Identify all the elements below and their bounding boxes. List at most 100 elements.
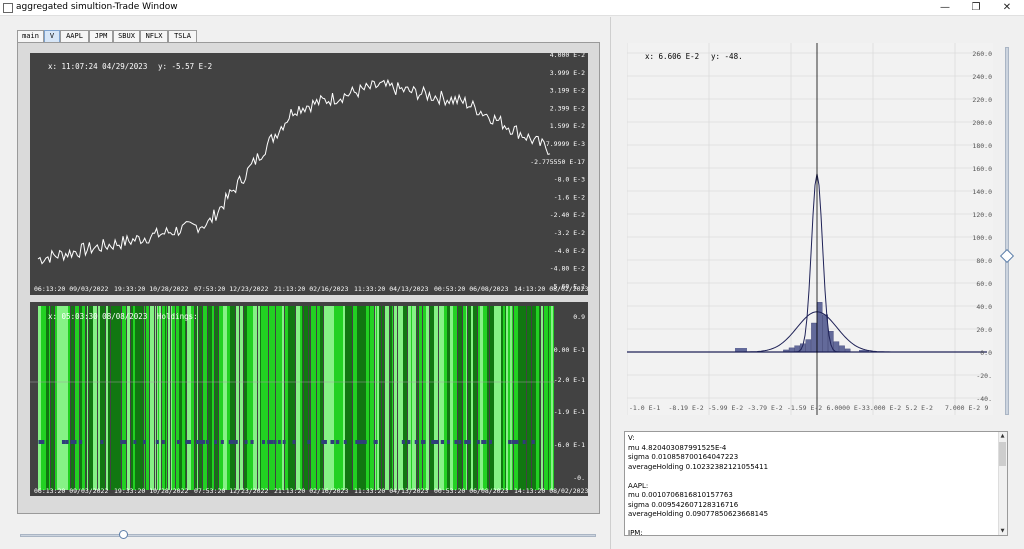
holdings-bar bbox=[102, 306, 105, 490]
price-chart[interactable]: x: 11:07:24 04/29/2023 y: -5.57 E-2 4.00… bbox=[30, 51, 588, 295]
holdings-bar bbox=[330, 306, 333, 490]
holdings-bar bbox=[133, 306, 135, 490]
stats-scroll-thumb[interactable] bbox=[999, 442, 1006, 466]
holdings-marker bbox=[508, 440, 512, 444]
holdings-bar bbox=[313, 306, 316, 490]
tab-main[interactable]: main bbox=[17, 30, 44, 42]
distribution-bar bbox=[839, 345, 845, 353]
distribution-x-tick: -8.19 E-2 bbox=[669, 404, 704, 412]
holdings-bar bbox=[539, 306, 540, 490]
holdings-bar bbox=[471, 306, 473, 490]
holdings-bar bbox=[439, 306, 440, 490]
holdings-chart[interactable]: x: 05:03:30 08/08/2023 Holdings: 0.9 0.00… bbox=[30, 302, 588, 496]
holdings-bar bbox=[400, 306, 403, 490]
holdings-marker bbox=[435, 440, 439, 444]
holdings-bar bbox=[345, 306, 349, 490]
holdings-bar bbox=[258, 306, 260, 490]
holdings-bar bbox=[288, 306, 291, 490]
distribution-y-tick: 0.0 bbox=[980, 349, 992, 357]
holdings-bar bbox=[244, 306, 247, 490]
tab-aapl[interactable]: AAPL bbox=[60, 30, 89, 42]
holdings-marker bbox=[262, 440, 266, 444]
holdings-bar bbox=[185, 306, 186, 490]
maximize-button[interactable]: ❐ bbox=[961, 0, 991, 16]
holdings-marker bbox=[331, 440, 335, 444]
holdings-marker bbox=[176, 440, 180, 444]
holdings-bar bbox=[349, 306, 352, 490]
holdings-marker bbox=[202, 440, 206, 444]
holdings-bar bbox=[171, 306, 172, 490]
holdings-bar bbox=[181, 306, 182, 490]
holdings-bar bbox=[68, 306, 70, 490]
holdings-bar bbox=[150, 306, 154, 490]
holdings-marker bbox=[142, 440, 146, 444]
holdings-bar bbox=[453, 306, 457, 490]
holdings-marker bbox=[267, 440, 271, 444]
holdings-bar bbox=[541, 306, 543, 490]
holdings-bar bbox=[86, 306, 87, 490]
holdings-bar bbox=[403, 306, 407, 490]
price-x-tick: 06:13:20 09/03/2022 bbox=[34, 285, 108, 293]
holdings-marker bbox=[458, 440, 462, 444]
holdings-marker bbox=[335, 440, 339, 444]
time-slider-track[interactable] bbox=[20, 534, 596, 537]
holdings-x-tick: 21:13:20 02/16/2023 bbox=[274, 487, 348, 495]
holdings-marker bbox=[373, 440, 377, 444]
holdings-bar bbox=[158, 306, 159, 490]
holdings-x-readout: x: 05:03:30 08/08/2023 bbox=[48, 312, 147, 321]
price-y-tick: -2.775550 E-17 bbox=[530, 158, 585, 166]
stats-text-area[interactable]: V: mu 4.820403087991525E-4 sigma 0.01085… bbox=[624, 431, 1008, 536]
tab-tsla[interactable]: TSLA bbox=[168, 30, 197, 42]
price-y-axis: 4.000 E-2 3.999 E-2 3.199 E-2 2.399 E-2 1.59… bbox=[530, 51, 585, 290]
holdings-bar bbox=[191, 306, 194, 490]
minimize-button[interactable]: — bbox=[930, 0, 960, 16]
holdings-marker bbox=[196, 440, 200, 444]
tab-sbux[interactable]: SBUX bbox=[113, 30, 140, 42]
holdings-bar bbox=[487, 306, 489, 490]
tab-nflx[interactable]: NFLX bbox=[140, 30, 168, 42]
price-x-readout: x: 11:07:24 04/29/2023 bbox=[48, 62, 147, 71]
holdings-bar bbox=[278, 306, 282, 490]
holdings-marker bbox=[483, 440, 487, 444]
scroll-up-icon[interactable]: ▲ bbox=[998, 432, 1007, 440]
holdings-bar bbox=[260, 306, 261, 490]
holdings-bar bbox=[82, 306, 85, 490]
holdings-bar bbox=[309, 306, 310, 490]
close-button[interactable]: ✕ bbox=[992, 0, 1022, 16]
holdings-bar bbox=[38, 306, 41, 490]
holdings-bar bbox=[199, 306, 202, 490]
holdings-marker bbox=[440, 440, 444, 444]
price-y-tick: 3.999 E-2 bbox=[550, 69, 585, 77]
holdings-marker bbox=[65, 440, 69, 444]
holdings-bar bbox=[176, 306, 179, 490]
distribution-y-tick: 100.0 bbox=[972, 234, 992, 242]
holdings-bar bbox=[536, 306, 539, 490]
holdings-bar bbox=[93, 306, 97, 490]
holdings-marker bbox=[513, 440, 517, 444]
holdings-y-tick: -1.9 E-1 bbox=[554, 408, 585, 416]
holdings-bar bbox=[478, 306, 480, 490]
scroll-down-icon[interactable]: ▼ bbox=[998, 527, 1007, 535]
holdings-marker bbox=[401, 440, 405, 444]
holdings-marker bbox=[250, 440, 254, 444]
distribution-chart[interactable]: x: 6.606 E-2 y: -48. 260.0 240.0 220.0 200.… bbox=[626, 43, 993, 415]
holdings-bar bbox=[65, 306, 68, 490]
holdings-bar bbox=[56, 306, 57, 490]
holdings-bar bbox=[98, 306, 100, 490]
holdings-marker bbox=[244, 440, 248, 444]
tab-jpm[interactable]: JPM bbox=[89, 30, 113, 42]
distribution-y-tick: -40. bbox=[976, 395, 992, 403]
app-icon bbox=[3, 3, 13, 13]
distribution-y-readout: y: -48. bbox=[711, 52, 743, 61]
holdings-bar bbox=[553, 306, 554, 490]
tab-v[interactable]: V bbox=[44, 30, 60, 42]
holdings-bar bbox=[377, 306, 379, 490]
holdings-bar bbox=[273, 306, 275, 490]
holdings-bar bbox=[179, 306, 181, 490]
holdings-marker bbox=[282, 440, 286, 444]
holdings-bar bbox=[417, 306, 418, 490]
holdings-marker bbox=[422, 440, 426, 444]
holdings-bar bbox=[463, 306, 466, 490]
bin-slider-track[interactable] bbox=[1005, 47, 1009, 415]
time-slider-thumb[interactable] bbox=[119, 530, 128, 539]
